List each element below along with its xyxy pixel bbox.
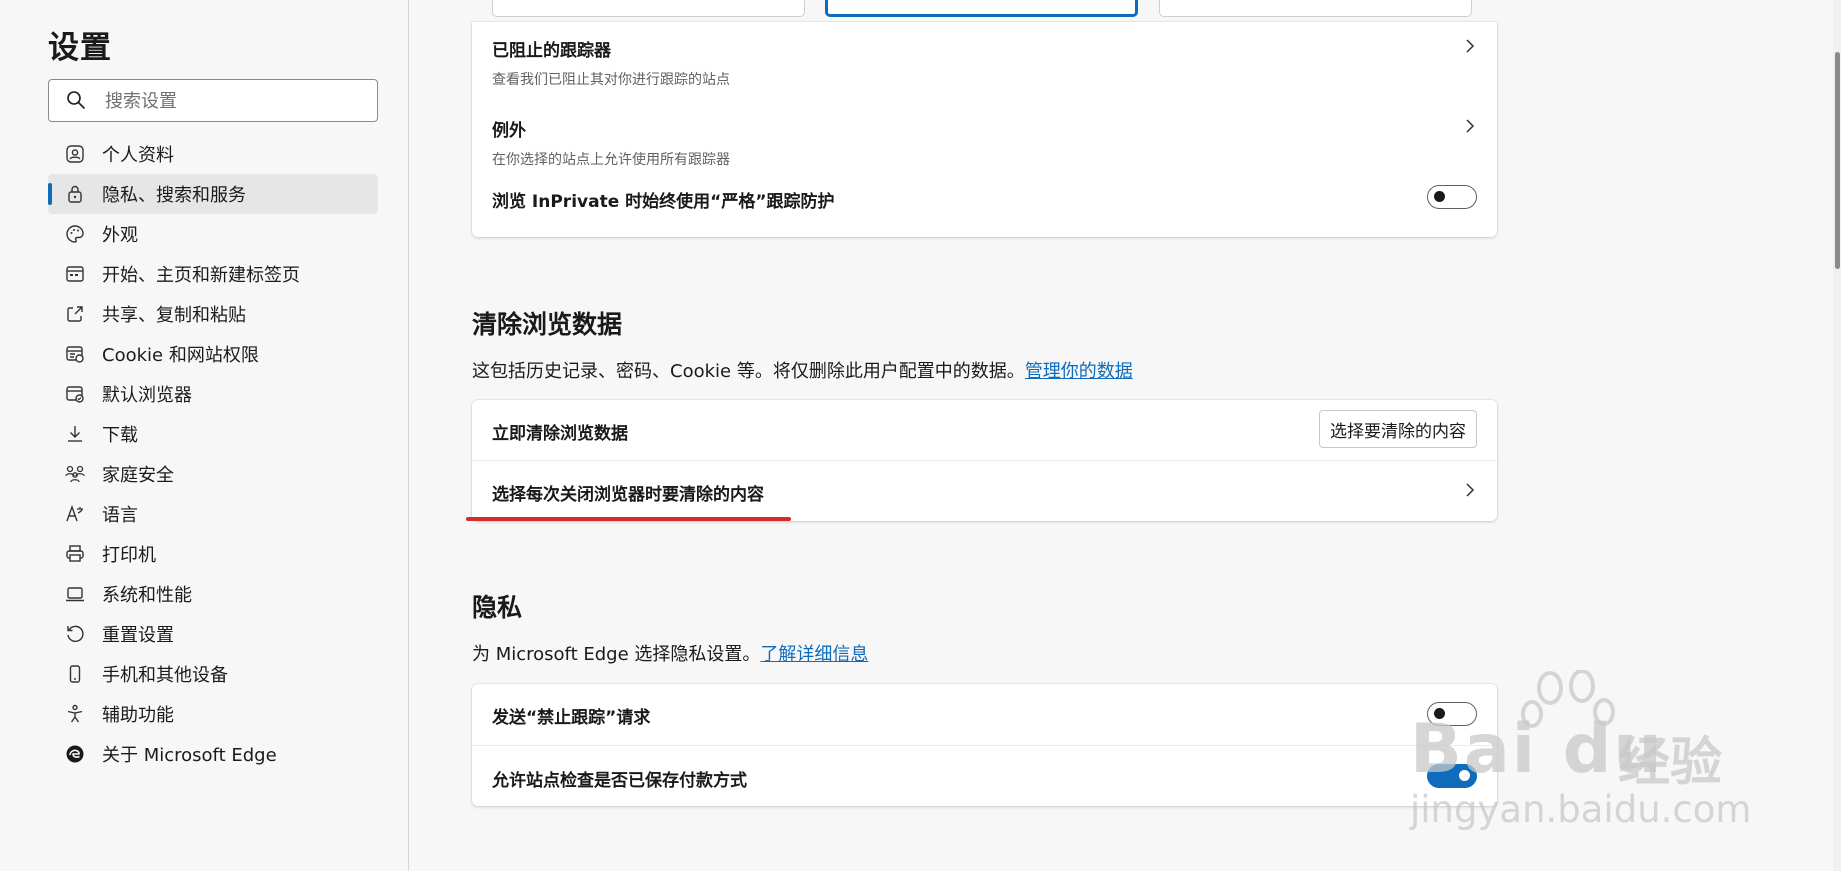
sidebar-item-reset[interactable]: 重置设置 — [48, 614, 378, 654]
watermark-cn: 经验 — [1618, 733, 1723, 793]
sidebar-item-label: 开始、主页和新建标签页 — [102, 265, 300, 286]
phone-icon — [64, 663, 86, 685]
sidebar-item-label: 手机和其他设备 — [102, 665, 228, 686]
sidebar-item-start-home[interactable]: 开始、主页和新建标签页 — [48, 254, 378, 294]
privacy-desc-text: 为 Microsoft Edge 选择隐私设置。 — [472, 644, 761, 665]
printer-icon — [64, 543, 86, 565]
clear-now-label: 立即清除浏览数据 — [492, 424, 628, 444]
search-box[interactable] — [48, 79, 378, 122]
sidebar-item-label: 外观 — [102, 225, 138, 246]
blocked-trackers-title: 已阻止的跟踪器 — [492, 41, 611, 61]
share-icon — [64, 303, 86, 325]
page-scrollbar[interactable] — [1833, 0, 1841, 871]
tracking-level-basic[interactable] — [492, 0, 805, 17]
sidebar-item-language[interactable]: 语言 — [48, 494, 378, 534]
sidebar-item-label: 下载 — [102, 425, 138, 446]
settings-title: 设置 — [48, 30, 112, 66]
chevron-right-icon — [1466, 483, 1475, 497]
sidebar-item-label: 系统和性能 — [102, 585, 192, 606]
site-permissions-icon — [64, 343, 86, 365]
blocked-trackers-row[interactable]: 已阻止的跟踪器 查看我们已阻止其对你进行跟踪的站点 — [472, 22, 1497, 102]
sidebar-item-label: 家庭安全 — [102, 465, 174, 486]
sidebar-item-label: 辅助功能 — [102, 705, 174, 726]
language-icon — [64, 503, 86, 525]
download-icon — [64, 423, 86, 445]
highlight-underline — [466, 517, 791, 521]
sidebar-item-family[interactable]: 家庭安全 — [48, 454, 378, 494]
sidebar-item-system[interactable]: 系统和性能 — [48, 574, 378, 614]
palette-icon — [64, 223, 86, 245]
sidebar-item-profile[interactable]: 个人资料 — [48, 134, 378, 174]
exceptions-subtitle: 在你选择的站点上允许使用所有跟踪器 — [492, 152, 730, 168]
chevron-right-icon — [1466, 39, 1475, 53]
learn-more-link[interactable]: 了解详细信息 — [760, 644, 868, 665]
profile-icon — [64, 143, 86, 165]
do-not-track-label: 发送“禁止跟踪”请求 — [492, 708, 651, 728]
baidu-watermark: Bai du 经验 jingyan.baidu.com — [1410, 670, 1751, 831]
sidebar-item-label: 个人资料 — [102, 145, 174, 166]
privacy-description: 为 Microsoft Edge 选择隐私设置。了解详细信息 — [472, 640, 868, 666]
inprivate-strict-row: 浏览 InPrivate 时始终使用“严格”跟踪防护 — [472, 182, 1497, 237]
payment-methods-row: 允许站点检查是否已保存付款方式 — [472, 745, 1497, 806]
sidebar-item-share[interactable]: 共享、复制和粘贴 — [48, 294, 378, 334]
family-icon — [64, 463, 86, 485]
privacy-card: 发送“禁止跟踪”请求 允许站点检查是否已保存付款方式 — [472, 684, 1497, 806]
chevron-right-icon — [1466, 119, 1475, 133]
manage-data-link[interactable]: 管理你的数据 — [1025, 361, 1133, 382]
clear-data-description: 这包括历史记录、密码、Cookie 等。将仅删除此用户配置中的数据。管理你的数据 — [472, 357, 1133, 383]
sidebar-item-default-browser[interactable]: 默认浏览器 — [48, 374, 378, 414]
sidebar-item-appearance[interactable]: 外观 — [48, 214, 378, 254]
sidebar-item-privacy[interactable]: 隐私、搜索和服务 — [48, 174, 378, 214]
sidebar-item-label: 语言 — [102, 505, 138, 526]
exceptions-title: 例外 — [492, 121, 526, 141]
clear-on-close-row[interactable]: 选择每次关闭浏览器时要清除的内容 — [472, 460, 1497, 521]
blocked-trackers-subtitle: 查看我们已阻止其对你进行跟踪的站点 — [492, 72, 730, 88]
choose-what-to-clear-button[interactable]: 选择要清除的内容 — [1319, 410, 1477, 448]
tracking-level-options — [472, 0, 1497, 17]
exceptions-row[interactable]: 例外 在你选择的站点上允许使用所有跟踪器 — [472, 102, 1497, 182]
sidebar-item-printers[interactable]: 打印机 — [48, 534, 378, 574]
lock-icon — [64, 183, 86, 205]
tracking-level-strict[interactable] — [1159, 0, 1472, 17]
sidebar-item-label: 重置设置 — [102, 625, 174, 646]
privacy-section-title: 隐私 — [472, 593, 523, 622]
inprivate-strict-toggle[interactable] — [1427, 185, 1477, 209]
sidebar-item-devices[interactable]: 手机和其他设备 — [48, 654, 378, 694]
do-not-track-row: 发送“禁止跟踪”请求 — [472, 684, 1497, 745]
clear-data-card: 立即清除浏览数据 选择要清除的内容 选择每次关闭浏览器时要清除的内容 — [472, 400, 1497, 521]
tracking-level-balanced[interactable] — [825, 0, 1138, 17]
clear-now-row: 立即清除浏览数据 选择要清除的内容 — [472, 400, 1497, 460]
tracking-prevention-card: 已阻止的跟踪器 查看我们已阻止其对你进行跟踪的站点 例外 在你选择的站点上允许使… — [472, 22, 1497, 237]
sidebar-item-label: 打印机 — [102, 545, 156, 566]
sidebar-item-label: 默认浏览器 — [102, 385, 192, 406]
watermark-url: jingyan.baidu.com — [1410, 788, 1752, 831]
search-input[interactable] — [105, 86, 365, 116]
sidebar-item-downloads[interactable]: 下载 — [48, 414, 378, 454]
accessibility-icon — [64, 703, 86, 725]
clear-data-desc-text: 这包括历史记录、密码、Cookie 等。将仅删除此用户配置中的数据。 — [472, 361, 1025, 382]
sidebar-item-label: 共享、复制和粘贴 — [102, 305, 246, 326]
default-browser-icon — [64, 383, 86, 405]
sidebar-item-accessibility[interactable]: 辅助功能 — [48, 694, 378, 734]
sidebar-item-label: 关于 Microsoft Edge — [102, 745, 277, 766]
edge-icon — [64, 743, 86, 765]
reset-icon — [64, 623, 86, 645]
search-icon — [66, 90, 86, 114]
payment-methods-label: 允许站点检查是否已保存付款方式 — [492, 771, 747, 791]
settings-sidebar: 设置 个人资料 隐私、搜索和服务 外观 开始、主页和新建标签页 共享、复制和粘贴 — [0, 0, 409, 871]
home-tabs-icon — [64, 263, 86, 285]
laptop-icon — [64, 583, 86, 605]
clear-on-close-label: 选择每次关闭浏览器时要清除的内容 — [492, 485, 764, 505]
inprivate-strict-label: 浏览 InPrivate 时始终使用“严格”跟踪防护 — [492, 192, 835, 212]
sidebar-item-cookies[interactable]: Cookie 和网站权限 — [48, 334, 378, 374]
clear-data-section-title: 清除浏览数据 — [472, 310, 623, 339]
scrollbar-thumb[interactable] — [1835, 52, 1840, 269]
sidebar-nav: 个人资料 隐私、搜索和服务 外观 开始、主页和新建标签页 共享、复制和粘贴 Co… — [48, 134, 378, 774]
sidebar-item-label: 隐私、搜索和服务 — [102, 185, 246, 206]
sidebar-item-about[interactable]: 关于 Microsoft Edge — [48, 734, 378, 774]
sidebar-item-label: Cookie 和网站权限 — [102, 345, 259, 366]
